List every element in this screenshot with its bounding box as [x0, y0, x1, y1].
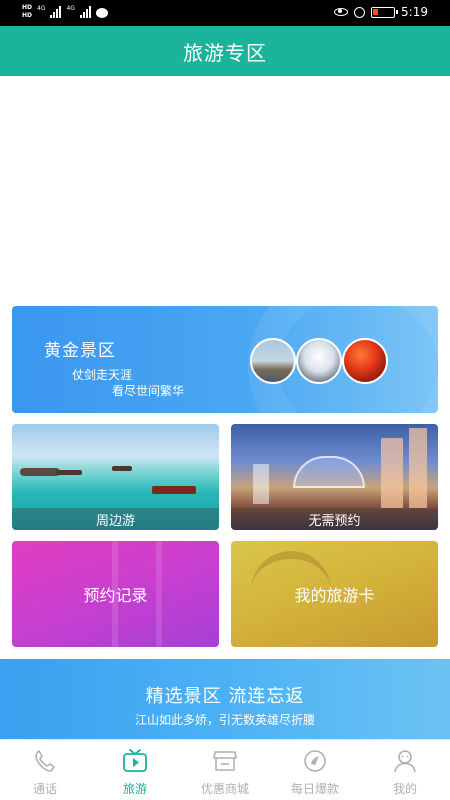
building-shape-2	[409, 428, 427, 508]
island-shape	[20, 468, 60, 476]
boat-shape-2	[112, 466, 132, 471]
golden-area-slogan-2: 看尽世间繁华	[112, 384, 185, 398]
golden-area-title: 黄金景区	[44, 341, 116, 361]
nav-label-hot: 每日爆款	[290, 782, 339, 796]
status-bar: HD HD 4G 4G 5:19	[0, 0, 450, 26]
app-header: 旅游专区	[0, 26, 450, 76]
phone-icon	[35, 750, 55, 772]
no-booking-label: 无需预约	[231, 508, 438, 530]
golden-area-slogan-1: 仗剑走天涯	[72, 368, 133, 382]
golden-area-card[interactable]: 黄金景区 仗剑走天涯 看尽世间繁华	[12, 306, 438, 413]
banner-title: 精选景区 流连忘返	[145, 686, 305, 707]
hot-deal-icon	[304, 750, 326, 772]
building-shape-1	[381, 438, 403, 508]
nearby-tour-tile[interactable]: 周边游	[12, 424, 219, 530]
battery-icon	[371, 6, 399, 18]
status-left: HD HD 4G 4G	[22, 4, 108, 20]
nav-label-call: 通话	[32, 782, 57, 796]
hd-label-2: HD	[22, 12, 33, 19]
alarm-icon	[354, 6, 366, 18]
booking-records-label: 预约记录	[83, 586, 148, 605]
building-shape-3	[253, 464, 269, 504]
network-label-2: 4G	[66, 4, 75, 12]
stadium-dome-shape	[293, 456, 365, 488]
store-icon	[213, 751, 237, 771]
clock: 5:19	[401, 5, 428, 19]
nearby-tour-label: 周边游	[12, 508, 219, 530]
nav-label-mall: 优惠商城	[200, 782, 249, 796]
boat-shape-1	[56, 470, 82, 475]
hd-label-1: HD	[22, 4, 33, 11]
boat-shape-3	[152, 486, 196, 494]
featured-banner[interactable]: 精选景区 流连忘返 江山如此多娇，引无数英雄尽折腰	[0, 659, 450, 739]
page-title: 旅游专区	[183, 40, 267, 65]
my-travel-card-tile[interactable]: 我的旅游卡	[231, 541, 438, 647]
nav-item-hot[interactable]: 每日爆款	[270, 740, 360, 800]
banner-subtitle: 江山如此多娇，引无数英雄尽折腰	[134, 713, 315, 727]
nav-item-travel[interactable]: 旅游	[90, 740, 180, 800]
signal-icon-1	[50, 6, 62, 18]
nav-item-mall[interactable]: 优惠商城	[180, 740, 270, 800]
nav-label-mine: 我的	[392, 782, 417, 796]
scenic-thumbnail-3	[342, 338, 388, 384]
hd-indicator: HD HD	[22, 4, 32, 20]
scenic-thumbnail-2	[296, 338, 342, 384]
booking-records-tile[interactable]: 预约记录	[12, 541, 219, 647]
my-travel-card-label: 我的旅游卡	[294, 586, 375, 605]
status-right: 5:19	[334, 5, 428, 19]
nav-label-travel: 旅游	[122, 782, 147, 796]
wechat-icon	[95, 8, 108, 18]
network-label-1: 4G	[37, 4, 46, 12]
tv-play-icon	[123, 749, 147, 772]
travel-page: HD HD 4G 4G 5:19 旅游专区 黄金景区 仗剑走天涯 看尽世间繁华	[0, 0, 450, 800]
user-icon	[394, 750, 416, 773]
eye-icon	[334, 8, 349, 16]
nav-item-mine[interactable]: 我的	[360, 740, 450, 800]
no-booking-tile[interactable]: 无需预约	[231, 424, 438, 530]
nav-item-call[interactable]: 通话	[0, 740, 90, 800]
bottom-nav: 通话 旅游 优惠商城 每日爆款 我的	[0, 739, 450, 800]
signal-icon-2	[79, 6, 91, 18]
scenic-thumbnail-1	[250, 338, 296, 384]
